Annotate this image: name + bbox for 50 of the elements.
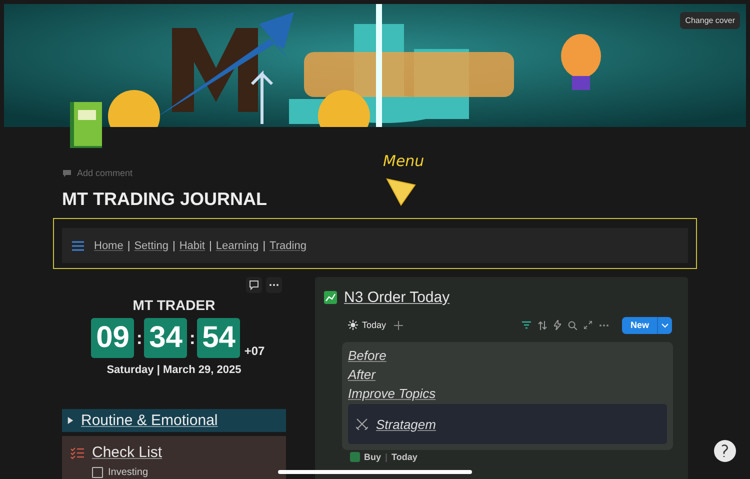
page-link[interactable]: After bbox=[348, 367, 376, 382]
add-view-icon[interactable] bbox=[394, 320, 404, 330]
menu-separator: | bbox=[127, 240, 130, 252]
clock-colon: : bbox=[189, 328, 196, 348]
checklist-icon bbox=[70, 446, 84, 458]
checkbox[interactable] bbox=[92, 467, 103, 478]
menu-link[interactable]: Setting bbox=[134, 240, 168, 252]
sort-icon[interactable] bbox=[538, 320, 548, 330]
change-cover-button[interactable]: Change cover bbox=[680, 12, 740, 29]
sun-icon bbox=[348, 320, 358, 330]
question-mark-icon bbox=[719, 444, 731, 458]
clock-date: Saturday | March 29, 2025 bbox=[106, 364, 242, 376]
menu-link[interactable]: Learning bbox=[216, 240, 259, 252]
menu-separator: | bbox=[262, 240, 266, 252]
annotation-label: Menu bbox=[383, 152, 424, 170]
menu-link[interactable]: Habit bbox=[179, 240, 205, 252]
more-icon[interactable] bbox=[599, 324, 610, 326]
filter-icon[interactable] bbox=[522, 321, 532, 329]
clock-digits: 54 bbox=[197, 318, 240, 358]
help-button[interactable] bbox=[714, 440, 736, 462]
row-separator: | bbox=[385, 452, 388, 462]
menu-link[interactable]: Trading bbox=[270, 240, 306, 252]
crossed-swords-icon bbox=[356, 418, 368, 430]
more-icon[interactable] bbox=[266, 277, 282, 293]
toggle-title: Routine & Emotional bbox=[81, 412, 218, 429]
menu-separator: | bbox=[209, 240, 212, 252]
menu-separator: | bbox=[172, 240, 176, 252]
clock-digits: 34 bbox=[144, 318, 188, 358]
search-icon[interactable] bbox=[568, 320, 578, 330]
database-title: N3 Order Today bbox=[344, 289, 450, 306]
page-title: MT TRADING JOURNAL bbox=[62, 189, 267, 210]
clock-colon: : bbox=[136, 328, 142, 348]
view-tab[interactable]: Today bbox=[348, 320, 386, 330]
toggle-triangle-icon[interactable] bbox=[67, 417, 74, 424]
comment-icon[interactable] bbox=[246, 277, 262, 293]
row-title: Buy bbox=[364, 452, 382, 462]
menu-icon[interactable] bbox=[72, 240, 84, 250]
clock-digits: 09 bbox=[91, 318, 134, 358]
checklist-title: Check List bbox=[92, 444, 162, 461]
row-view: Today bbox=[392, 452, 418, 462]
page-link[interactable]: Improve Topics bbox=[348, 386, 436, 401]
page-link[interactable]: Stratagem bbox=[376, 416, 436, 432]
checklist-item: Investing bbox=[108, 467, 148, 478]
clock-title: MT TRADER bbox=[132, 297, 216, 313]
page-link[interactable]: Before bbox=[348, 348, 386, 363]
lightning-icon[interactable] bbox=[554, 320, 562, 330]
toggle-block[interactable]: Routine & Emotional bbox=[62, 409, 286, 432]
menu-link[interactable]: Home bbox=[94, 240, 124, 252]
expand-icon[interactable] bbox=[584, 321, 592, 329]
timezone-offset: +07 bbox=[244, 344, 265, 358]
